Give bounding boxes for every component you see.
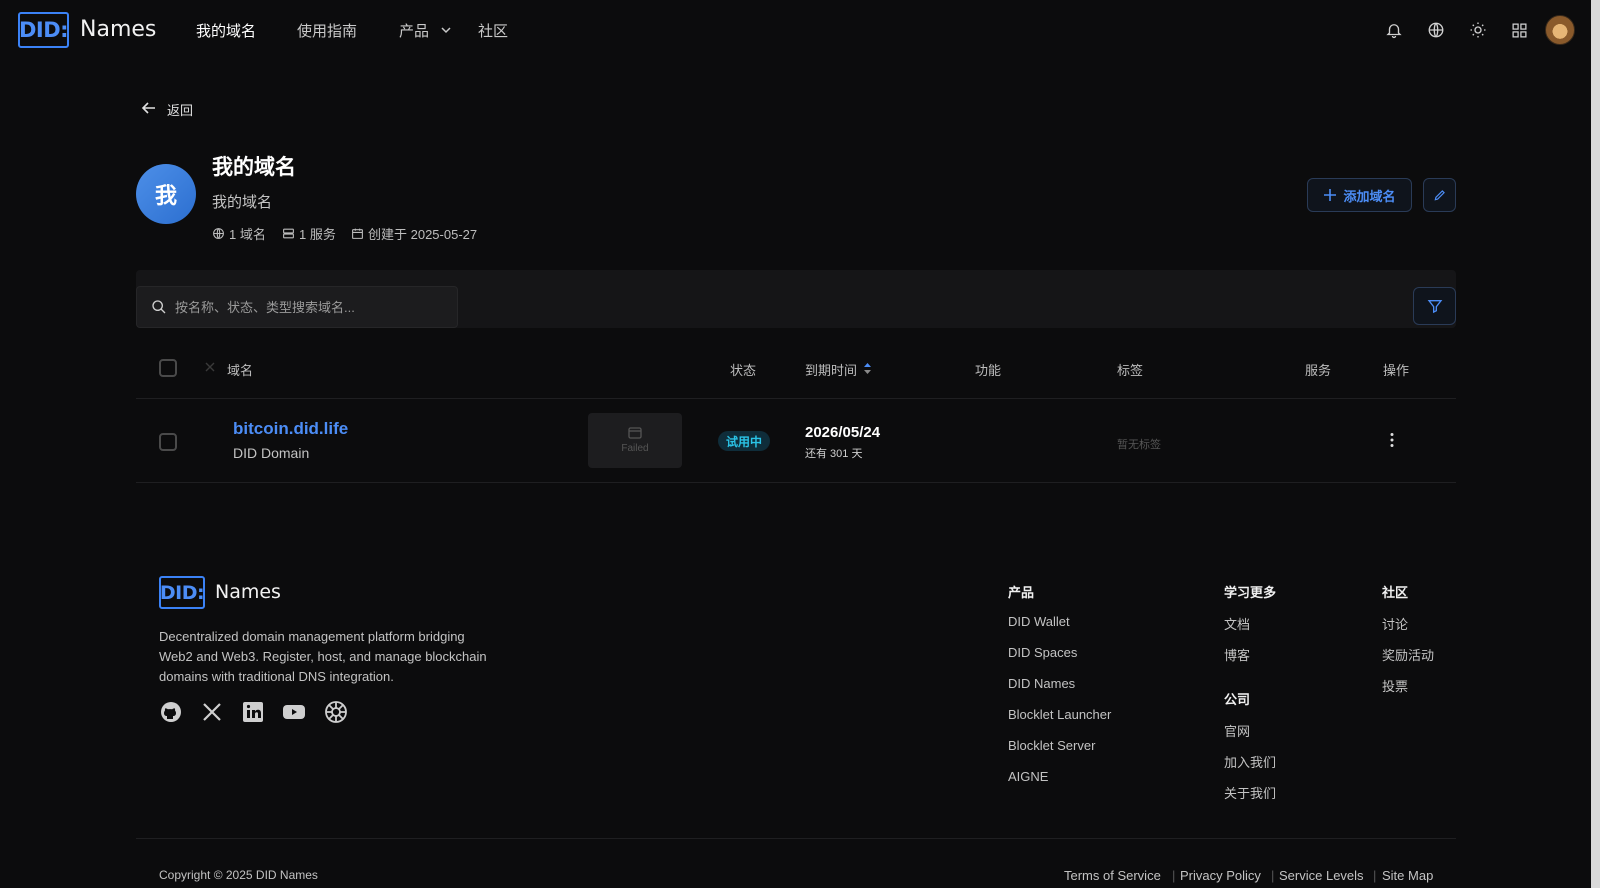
legal-separator: | (1172, 868, 1176, 883)
footer-heading-company: 公司 (1224, 692, 1251, 707)
copyright: Copyright © 2025 DID Names (159, 868, 318, 882)
apps-grid-icon[interactable] (1507, 18, 1531, 42)
back-arrow-icon[interactable] (141, 100, 157, 116)
domains-count: 1 域名 (212, 224, 266, 243)
add-domain-label: 添加域名 (1343, 188, 1396, 204)
column-header-expiry[interactable]: 到期时间 (805, 360, 857, 379)
footer-link[interactable]: DID Spaces (1008, 645, 1077, 660)
footer-link[interactable]: 投票 (1382, 676, 1408, 695)
back-link[interactable]: 返回 (167, 100, 193, 119)
footer-logo-mark[interactable]: DID: (159, 576, 205, 609)
column-header-tags[interactable]: 标签 (1117, 360, 1143, 379)
services-count: 1 服务 (282, 224, 336, 243)
x-icon[interactable] (200, 700, 224, 724)
legal-separator: | (1271, 868, 1275, 883)
legal-link-sitemap[interactable]: Site Map (1382, 868, 1433, 883)
footer-link[interactable]: DID Wallet (1008, 614, 1070, 629)
row-divider (136, 482, 1456, 483)
footer-link[interactable]: AIGNE (1008, 769, 1048, 784)
site-preview[interactable]: Failed (588, 413, 682, 468)
footer-link[interactable]: Blocklet Launcher (1008, 707, 1111, 722)
nav-community[interactable]: 社区 (478, 20, 508, 41)
calendar-icon (352, 228, 363, 239)
github-icon[interactable] (159, 700, 183, 724)
search-icon (152, 300, 166, 314)
footer-description-line: Web2 and Web3. Register, host, and manag… (159, 649, 487, 664)
filter-button[interactable] (1413, 287, 1456, 325)
expiry-remaining: 还有 301 天 (805, 448, 863, 460)
pencil-icon (1434, 190, 1445, 201)
footer-description: Decentralized domain management platform… (159, 627, 487, 687)
linkedin-icon[interactable] (241, 700, 265, 724)
filter-icon (1427, 300, 1442, 314)
nav-guide[interactable]: 使用指南 (297, 20, 357, 41)
community-icon[interactable] (324, 700, 348, 724)
footer-link[interactable]: 讨论 (1382, 614, 1408, 633)
footer-heading-products: 产品 (1008, 585, 1035, 600)
expiry-date: 2026/05/24 (805, 424, 881, 441)
user-avatar[interactable] (1545, 15, 1575, 45)
footer-link[interactable]: 加入我们 (1224, 752, 1276, 771)
search-field[interactable] (136, 286, 458, 328)
footer-link[interactable]: 关于我们 (1224, 783, 1276, 802)
add-domain-button[interactable]: 添加域名 (1307, 178, 1412, 212)
select-all-checkbox[interactable] (159, 359, 177, 377)
footer-link[interactable]: 文档 (1224, 614, 1250, 633)
domain-name-link[interactable]: bitcoin.did.life (233, 419, 348, 439)
column-header-services[interactable]: 服务 (1305, 360, 1331, 379)
page-subtitle: 我的域名 (212, 194, 273, 211)
page-scrollbar[interactable] (1591, 0, 1600, 888)
sort-icon[interactable] (863, 362, 872, 375)
drag-handle-icon (204, 361, 216, 373)
globe-icon[interactable] (1424, 18, 1448, 42)
logo-text[interactable]: Names (80, 17, 156, 42)
plus-icon (1324, 189, 1337, 201)
footer-description-line: domains with traditional DNS integration… (159, 669, 394, 684)
youtube-icon[interactable] (282, 700, 306, 724)
more-actions-icon[interactable] (1390, 432, 1394, 448)
status-badge: 试用中 (718, 431, 771, 451)
column-header-actions[interactable]: 操作 (1383, 360, 1409, 379)
column-header-features[interactable]: 功能 (975, 360, 1001, 379)
window-icon (628, 427, 642, 439)
preview-status: Failed (621, 443, 649, 454)
tags-empty: 暂无标签 (1117, 439, 1161, 451)
profile-avatar: 我 (136, 164, 196, 224)
footer-link[interactable]: DID Names (1008, 676, 1075, 691)
footer-description-line: Decentralized domain management platform… (159, 629, 465, 644)
created-date: 创建于 2025-05-27 (351, 224, 477, 243)
server-icon (283, 228, 294, 239)
footer-divider (136, 838, 1456, 839)
page-title: 我的域名 (212, 156, 296, 179)
nav-my-domains[interactable]: 我的域名 (196, 20, 256, 41)
footer-link[interactable]: 奖励活动 (1382, 645, 1434, 664)
legal-link-terms[interactable]: Terms of Service (1064, 868, 1161, 883)
footer-link[interactable]: 官网 (1224, 721, 1250, 740)
footer-link[interactable]: Blocklet Server (1008, 738, 1095, 753)
footer-logo-text[interactable]: Names (215, 581, 281, 603)
legal-link-service-levels[interactable]: Service Levels (1279, 868, 1364, 883)
nav-products[interactable]: 产品 (399, 20, 429, 41)
footer-heading-community: 社区 (1382, 585, 1409, 600)
column-header-status[interactable]: 状态 (730, 360, 756, 379)
legal-separator: | (1373, 868, 1377, 883)
column-header-domain[interactable]: 域名 (227, 360, 253, 379)
domains-count-label: 1 域名 (229, 227, 266, 242)
logo-mark[interactable]: DID: (18, 12, 69, 48)
services-count-label: 1 服务 (299, 227, 336, 242)
row-checkbox[interactable] (159, 433, 177, 451)
bell-icon[interactable] (1382, 18, 1406, 42)
legal-link-privacy[interactable]: Privacy Policy (1180, 868, 1261, 883)
sun-icon[interactable] (1466, 18, 1490, 42)
edit-button[interactable] (1423, 178, 1456, 212)
chevron-down-icon[interactable] (440, 24, 452, 36)
table-row[interactable] (136, 399, 1456, 482)
created-date-label: 创建于 2025-05-27 (368, 227, 478, 242)
search-input[interactable] (175, 299, 445, 315)
domain-type: DID Domain (233, 445, 310, 461)
footer-link[interactable]: 博客 (1224, 645, 1250, 664)
footer-heading-learn: 学习更多 (1224, 585, 1277, 600)
globe-icon (213, 228, 224, 239)
